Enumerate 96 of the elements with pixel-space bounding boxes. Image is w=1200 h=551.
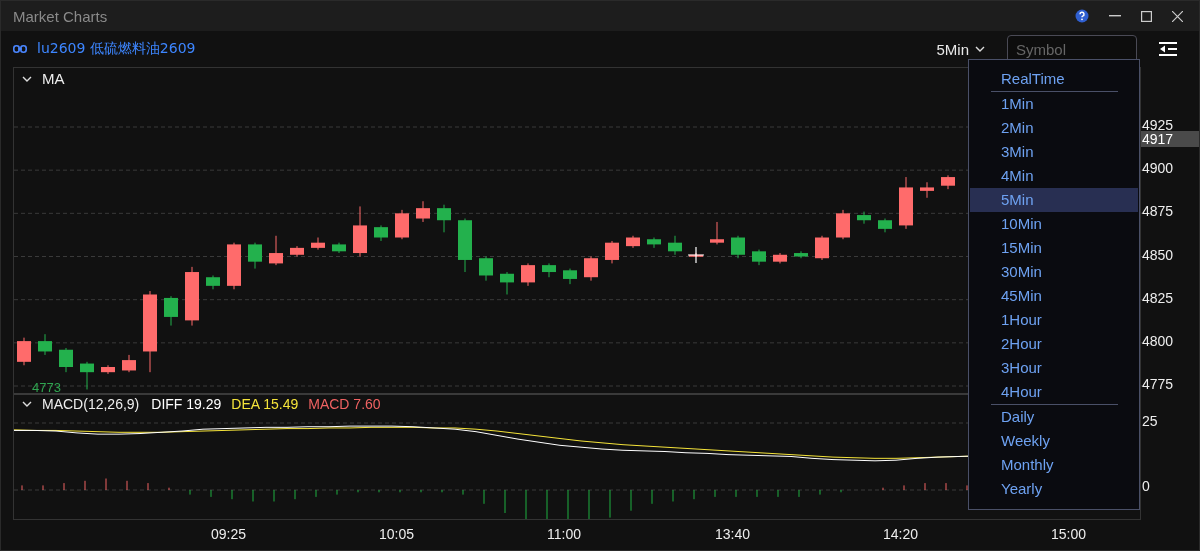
candlestick	[773, 252, 787, 264]
candlestick	[521, 262, 535, 287]
candlestick	[227, 242, 241, 290]
candlestick	[416, 200, 430, 223]
link-icon	[13, 45, 27, 53]
candlestick	[920, 181, 934, 199]
candlestick	[311, 237, 325, 251]
candlestick	[353, 205, 367, 257]
chevron-down-icon[interactable]	[22, 401, 32, 407]
maximize-icon[interactable]	[1141, 10, 1152, 22]
menu-item[interactable]: 4Hour	[970, 380, 1138, 404]
window-title: Market Charts	[13, 7, 108, 25]
menu-item[interactable]: 5Min	[970, 188, 1138, 212]
close-icon[interactable]	[1172, 10, 1183, 22]
menu-item[interactable]: 1Hour	[970, 308, 1138, 332]
menu-item[interactable]: Yearly	[970, 477, 1138, 501]
candlestick	[668, 235, 682, 256]
menu-item[interactable]: 30Min	[970, 260, 1138, 284]
candlestick	[80, 361, 94, 390]
crosshair-icon	[687, 246, 705, 264]
menu-item[interactable]: 2Hour	[970, 332, 1138, 356]
candlestick	[185, 266, 199, 327]
menu-item[interactable]: 10Min	[970, 212, 1138, 236]
time-axis-label: 11:00	[547, 526, 581, 542]
candlestick	[731, 235, 745, 259]
indicator-value: DEA 15.49	[231, 396, 299, 412]
candlestick	[647, 237, 661, 249]
candlestick	[899, 176, 913, 230]
chevron-down-icon[interactable]	[22, 75, 32, 82]
macd-axis-label: 0	[1142, 478, 1150, 494]
indicator-label: MA	[42, 70, 65, 87]
candlestick	[500, 271, 514, 295]
menu-item[interactable]: 3Min	[970, 140, 1138, 164]
candlestick	[542, 262, 556, 278]
chevron-down-icon	[975, 46, 985, 52]
help-icon[interactable]	[1075, 9, 1089, 23]
menu-item[interactable]: 15Min	[970, 236, 1138, 260]
candlestick	[815, 235, 829, 261]
candlestick	[206, 275, 220, 290]
low-price-label: 4773	[32, 380, 61, 393]
menu-item[interactable]: 3Hour	[970, 356, 1138, 380]
macd-axis-label: 25	[1142, 413, 1158, 429]
menu-item[interactable]: Monthly	[970, 453, 1138, 477]
current-price-label: 4917	[1141, 131, 1199, 147]
candlestick	[290, 245, 304, 257]
candlestick	[605, 240, 619, 264]
menu-item[interactable]: Daily	[970, 405, 1138, 429]
time-axis-label: 15:00	[1051, 526, 1087, 542]
candlestick	[101, 364, 115, 375]
menu-item[interactable]: RealTime	[970, 67, 1138, 91]
time-axis-label: 10:05	[379, 526, 415, 542]
period-dropdown[interactable]: 5Min	[936, 40, 985, 58]
candlestick	[752, 249, 766, 266]
candlestick	[563, 268, 577, 285]
time-axis-label: 13:40	[715, 526, 751, 542]
menu-item[interactable]: Weekly	[970, 429, 1138, 453]
candlestick	[479, 256, 493, 282]
symbol-link[interactable]: lu2609 低硫燃料油2609	[37, 40, 196, 58]
price-axis-label: 4850	[1142, 246, 1174, 263]
candlestick	[458, 218, 472, 273]
indicator-label: MACD(12,26,9)	[42, 396, 140, 412]
minimize-icon[interactable]	[1109, 15, 1121, 17]
candlestick	[122, 354, 136, 373]
menu-item[interactable]: 1Min	[970, 92, 1138, 116]
candlestick	[269, 235, 283, 266]
time-axis-label: 09:25	[211, 526, 247, 542]
candlestick	[38, 333, 52, 356]
indicator-value: MACD 7.60	[308, 396, 381, 412]
candlestick	[626, 235, 640, 249]
candlestick	[710, 221, 724, 245]
menu-item[interactable]: 2Min	[970, 116, 1138, 140]
candlestick	[59, 347, 73, 373]
candlestick	[857, 211, 871, 225]
indicator-value: DIFF 19.29	[151, 396, 222, 412]
candlestick	[878, 218, 892, 233]
time-axis-label: 14:20	[883, 526, 919, 542]
candlestick	[17, 337, 31, 366]
price-axis-label: 4825	[1142, 289, 1174, 306]
candlestick	[584, 256, 598, 282]
candlestick	[332, 242, 346, 254]
price-axis-label: 4900	[1142, 160, 1174, 177]
candlestick	[437, 204, 451, 233]
candlestick	[836, 209, 850, 240]
price-axis-label: 4775	[1142, 376, 1174, 392]
candlestick	[374, 224, 388, 242]
price-axis-label: 4875	[1142, 203, 1174, 220]
menu-item[interactable]: 45Min	[970, 284, 1138, 308]
collapse-panel-icon[interactable]	[1159, 42, 1177, 56]
menu-item[interactable]: 4Min	[970, 164, 1138, 188]
candlestick	[164, 295, 178, 327]
candlestick	[248, 242, 262, 270]
candlestick	[794, 250, 808, 259]
price-axis-label: 4800	[1142, 332, 1174, 349]
candlestick	[395, 209, 409, 240]
candlestick	[941, 174, 955, 190]
price-axis-label: 4925	[1142, 117, 1174, 133]
